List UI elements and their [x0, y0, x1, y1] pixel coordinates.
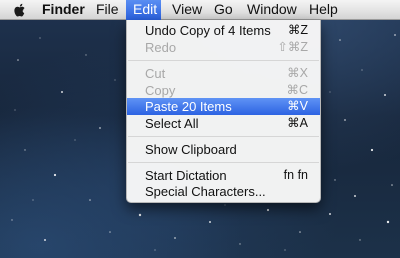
menubar-item-go[interactable]: Go: [207, 0, 240, 20]
menu-item-undo[interactable]: Undo Copy of 4 Items ⌘Z: [127, 22, 320, 39]
menubar-item-view[interactable]: View: [165, 0, 209, 20]
menu-item-shortcut: ⌘C: [286, 83, 308, 97]
menu-item-special-characters[interactable]: Special Characters...: [127, 183, 320, 200]
menubar-app-finder[interactable]: Finder: [35, 0, 92, 20]
menu-separator: [128, 60, 319, 61]
menu-item-shortcut: ⇧⌘Z: [277, 40, 308, 54]
menu-item-label: Select All: [145, 116, 199, 131]
menu-item-label: Redo: [145, 40, 177, 55]
menu-item-show-clipboard[interactable]: Show Clipboard: [127, 141, 320, 158]
apple-logo-icon[interactable]: [12, 2, 28, 18]
menu-item-shortcut: ⌘Z: [287, 23, 308, 37]
menu-item-copy[interactable]: Copy ⌘C: [127, 82, 320, 99]
menu-item-label: Undo Copy of 4 Items: [145, 23, 271, 38]
menu-item-cut[interactable]: Cut ⌘X: [127, 65, 320, 82]
menu-item-label: Show Clipboard: [145, 142, 237, 157]
menu-item-shortcut: ⌘X: [287, 66, 308, 80]
menu-separator: [128, 162, 319, 163]
menu-item-label: Copy: [145, 83, 176, 98]
menu-item-label: Paste 20 Items: [145, 99, 232, 114]
menu-item-shortcut: ⌘A: [287, 116, 308, 130]
menu-item-label: Start Dictation: [145, 168, 227, 183]
menu-item-start-dictation[interactable]: Start Dictation fn fn: [127, 167, 320, 184]
menu-separator: [128, 136, 319, 137]
menubar-item-edit[interactable]: Edit: [126, 0, 161, 20]
menu-item-redo[interactable]: Redo ⇧⌘Z: [127, 39, 320, 56]
menu-item-label: Cut: [145, 66, 166, 81]
menu-item-label: Special Characters...: [145, 184, 266, 199]
menu-item-paste[interactable]: Paste 20 Items ⌘V: [127, 98, 320, 115]
menubar-item-file[interactable]: File: [89, 0, 126, 20]
menu-item-select-all[interactable]: Select All ⌘A: [127, 115, 320, 132]
menubar-item-help[interactable]: Help: [302, 0, 345, 20]
menubar-item-window[interactable]: Window: [240, 0, 304, 20]
menu-item-shortcut: fn fn: [283, 168, 308, 182]
menu-item-shortcut: ⌘V: [287, 99, 308, 113]
edit-menu-dropdown: Undo Copy of 4 Items ⌘Z Redo ⇧⌘Z Cut ⌘X …: [126, 20, 321, 203]
menu-bar: Finder File Edit View Go Window Help: [0, 0, 400, 20]
